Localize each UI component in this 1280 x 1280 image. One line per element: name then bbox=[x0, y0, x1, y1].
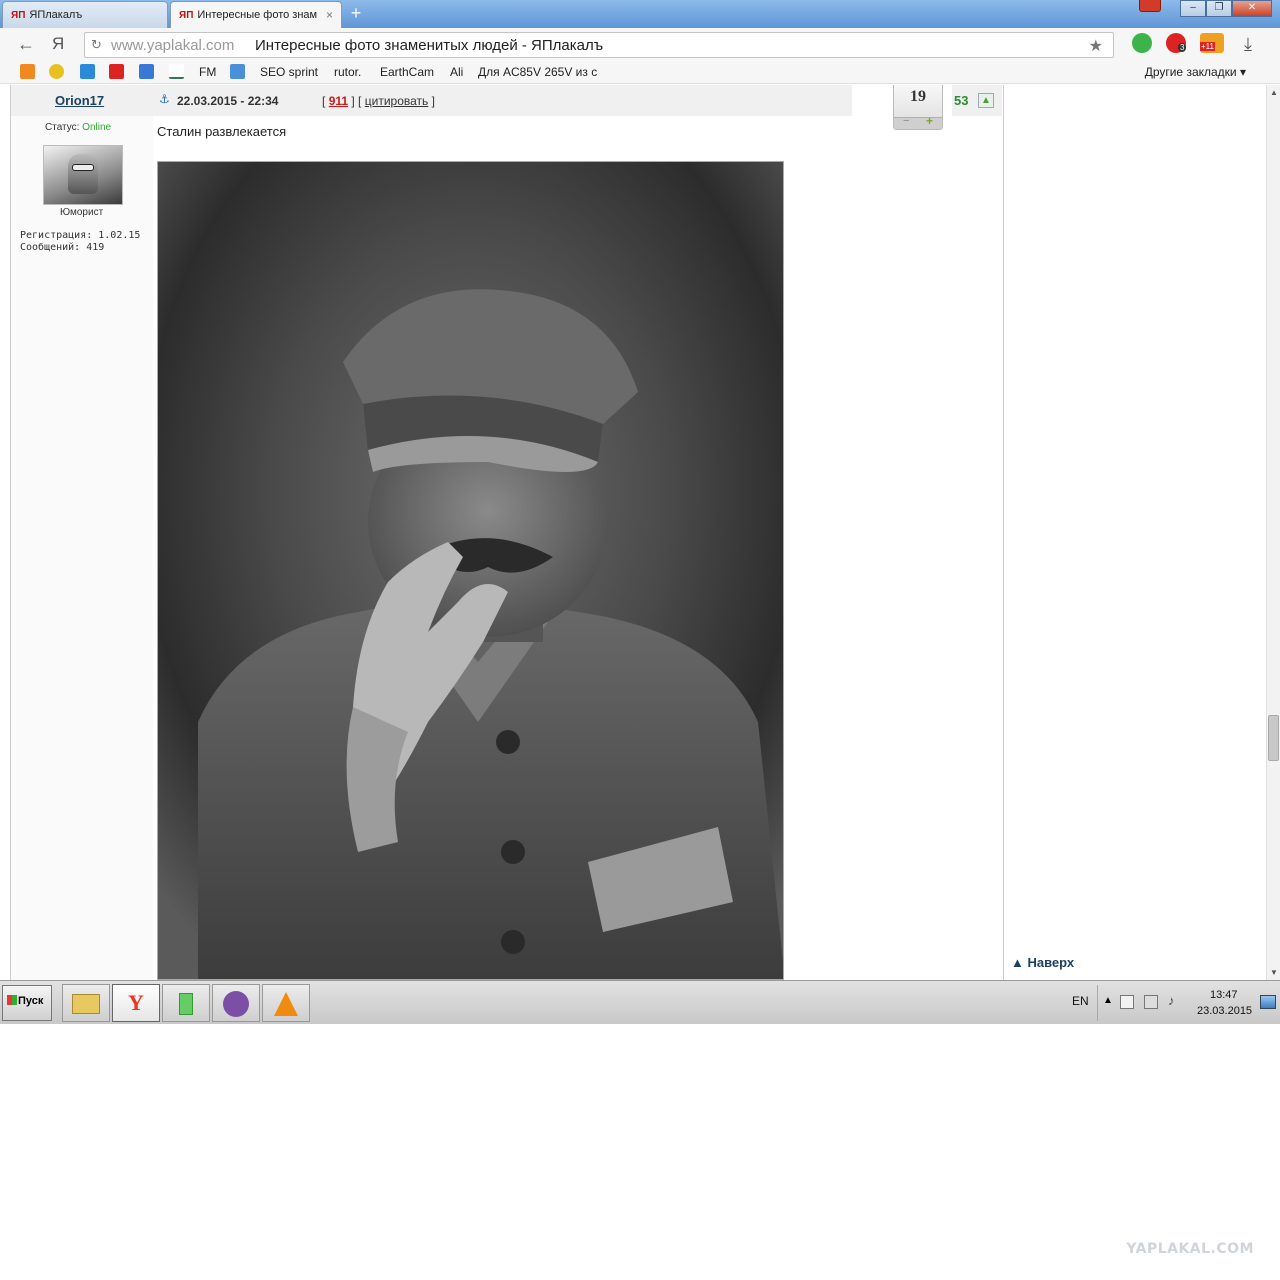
start-label: Пуск bbox=[18, 995, 44, 1007]
scroll-thumb[interactable] bbox=[1268, 715, 1279, 761]
other-bookmarks[interactable]: Другие закладки ▾ bbox=[1145, 65, 1246, 79]
post-links: [ 911 ] [ цитировать ] bbox=[322, 94, 435, 108]
start-button[interactable]: Пуск bbox=[2, 985, 52, 1021]
post-photo[interactable] bbox=[157, 161, 784, 980]
viber-icon[interactable] bbox=[212, 984, 260, 1022]
bookmark-icon[interactable] bbox=[49, 64, 64, 79]
close-tab-icon[interactable]: × bbox=[326, 8, 333, 22]
vlc-icon[interactable] bbox=[262, 984, 310, 1022]
folder-icon[interactable] bbox=[62, 984, 110, 1022]
right-column-border bbox=[1003, 85, 1004, 980]
extension-count-badge: 3 bbox=[1178, 43, 1187, 52]
tray-expand-icon[interactable]: ▲ bbox=[1103, 995, 1113, 1006]
thumbs-up-icon[interactable]: ▲ bbox=[978, 93, 994, 108]
address-domain: www.yaplakal.com bbox=[111, 37, 235, 54]
avatar[interactable] bbox=[43, 145, 123, 205]
tab-strip: ЯП ЯПлакалъ ЯП Интересные фото знам × + – … bbox=[0, 0, 1280, 28]
post-author-link[interactable]: Orion17 bbox=[55, 93, 104, 108]
back-arrow-icon[interactable]: ← bbox=[17, 34, 35, 55]
message-count: Сообщений: 419 bbox=[20, 242, 105, 253]
tab-label: ЯПлакалъ bbox=[29, 9, 83, 21]
robot-eyes bbox=[72, 164, 94, 171]
clock-date[interactable]: 23.03.2015 bbox=[1197, 1005, 1252, 1017]
grammarly-extension-icon[interactable] bbox=[1132, 33, 1152, 53]
vote-up-button[interactable]: + bbox=[926, 114, 933, 128]
show-desktop-button[interactable] bbox=[1260, 995, 1276, 1009]
download-icon[interactable]: ⤓ bbox=[1244, 34, 1252, 55]
bookmark-icon[interactable] bbox=[109, 64, 124, 79]
yaplakal-favicon-icon: ЯП bbox=[11, 10, 26, 21]
author-status: Статус: Online bbox=[45, 122, 111, 133]
registration-date: Регистрация: 1.02.15 bbox=[20, 230, 141, 241]
bookmark-icon[interactable] bbox=[169, 64, 184, 79]
yandex-home-icon[interactable]: Я bbox=[52, 34, 64, 54]
rating-value: 19 bbox=[910, 88, 926, 105]
tab-label: Интересные фото знам bbox=[197, 9, 318, 21]
page-viewport: Orion17 ⚓ 22.03.2015 - 22:34 [ 911 ] [ ц… bbox=[0, 85, 1266, 980]
taskbar: Пуск Y EN ▲ ♪ 13:47 23.03.2015 bbox=[0, 980, 1280, 1024]
author-stats: Регистрация: 1.02.15 Сообщений: 419 bbox=[20, 230, 140, 254]
close-window-button[interactable]: ✕ bbox=[1232, 0, 1272, 17]
bookmark-icon[interactable] bbox=[230, 64, 245, 79]
bookmark-earthcam[interactable]: EarthCam bbox=[380, 65, 434, 79]
bookmarks-bar: FM SEO sprint rutor. EarthCam Ali Для AC… bbox=[0, 60, 1280, 84]
bracket: ] bbox=[431, 94, 435, 108]
reload-icon[interactable]: ↻ bbox=[91, 37, 102, 53]
bookmark-icon[interactable] bbox=[80, 64, 95, 79]
navigation-bar: ← Я ↻ www.yaplakal.com Интересные фото з… bbox=[0, 28, 1280, 60]
rating-widget: 19 − + bbox=[893, 85, 943, 130]
address-bar[interactable]: ↻ www.yaplakal.com Интересные фото знаме… bbox=[84, 32, 1114, 58]
scroll-up-arrow-icon[interactable]: ▲ bbox=[1270, 88, 1278, 97]
volume-icon[interactable]: ♪ bbox=[1168, 993, 1175, 1008]
yandex-browser-icon[interactable]: Y bbox=[112, 984, 160, 1022]
maximize-button[interactable]: ❐ bbox=[1206, 0, 1232, 17]
bookmark-ac85v[interactable]: Для AC85V 265V из с bbox=[478, 65, 597, 79]
vote-down-button[interactable]: − bbox=[903, 115, 909, 127]
status-label: Статус: bbox=[45, 122, 80, 133]
rating-vote-bar: − + bbox=[894, 114, 942, 129]
author-rank: Юморист bbox=[60, 207, 104, 218]
watermark-text: YAPLAKAL.COM bbox=[1126, 1241, 1254, 1257]
weather-extension-icon[interactable]: +11 bbox=[1200, 33, 1224, 53]
adblock-extension-icon[interactable]: 3 bbox=[1166, 33, 1187, 53]
minimize-button[interactable]: – bbox=[1180, 0, 1206, 17]
clock-time[interactable]: 13:47 bbox=[1210, 989, 1238, 1001]
likes-count: 53 bbox=[954, 93, 969, 108]
page-scrollbar[interactable]: ▲ ▼ bbox=[1266, 85, 1280, 980]
address-page-title: Интересные фото знаменитых людей - ЯПлак… bbox=[255, 37, 604, 54]
bookmark-ali[interactable]: Ali bbox=[450, 65, 463, 79]
anchor-icon[interactable]: ⚓ bbox=[159, 92, 170, 106]
bracket: [ bbox=[322, 94, 326, 108]
yaplakal-favicon-icon: ЯП bbox=[179, 10, 194, 21]
screen: ЯП ЯПлакалъ ЯП Интересные фото знам × + – … bbox=[0, 0, 1280, 1024]
window-controls: – ❐ ✕ bbox=[1180, 0, 1272, 18]
back-to-top-link[interactable]: ▲ Наверх bbox=[1011, 955, 1074, 970]
tab-current[interactable]: ЯП Интересные фото знам × bbox=[170, 1, 342, 28]
post-date: 22.03.2015 - 22:34 bbox=[177, 94, 279, 108]
network-icon[interactable] bbox=[1144, 995, 1158, 1009]
bookmark-star-icon[interactable]: ★ bbox=[1089, 36, 1103, 56]
scroll-down-arrow-icon[interactable]: ▼ bbox=[1270, 968, 1278, 977]
post-text: Сталин развлекается bbox=[157, 124, 287, 139]
browser-menu-icon[interactable] bbox=[1139, 0, 1161, 12]
bookmark-fm[interactable]: FM bbox=[199, 65, 216, 79]
bookmark-icon[interactable] bbox=[139, 64, 154, 79]
action-center-icon[interactable] bbox=[1120, 995, 1134, 1009]
photo-image bbox=[158, 162, 783, 979]
new-tab-button[interactable]: + bbox=[346, 4, 366, 22]
quote-link[interactable]: цитировать bbox=[365, 94, 429, 108]
language-indicator[interactable]: EN bbox=[1072, 994, 1089, 1008]
flask-icon[interactable] bbox=[162, 984, 210, 1022]
status-online: Online bbox=[82, 122, 112, 133]
bookmark-seo-sprint[interactable]: SEO sprint bbox=[260, 65, 318, 79]
windows-flag-icon bbox=[7, 995, 17, 1005]
tab-yaplakal[interactable]: ЯП ЯПлакалъ bbox=[2, 1, 168, 28]
robot-figure bbox=[68, 154, 98, 194]
post-number-link[interactable]: 911 bbox=[329, 94, 348, 108]
bookmark-icon[interactable] bbox=[20, 64, 35, 79]
bookmark-rutor[interactable]: rutor. bbox=[334, 65, 361, 79]
weather-badge: +11 bbox=[1200, 42, 1215, 51]
bracket: ] [ bbox=[351, 94, 362, 108]
